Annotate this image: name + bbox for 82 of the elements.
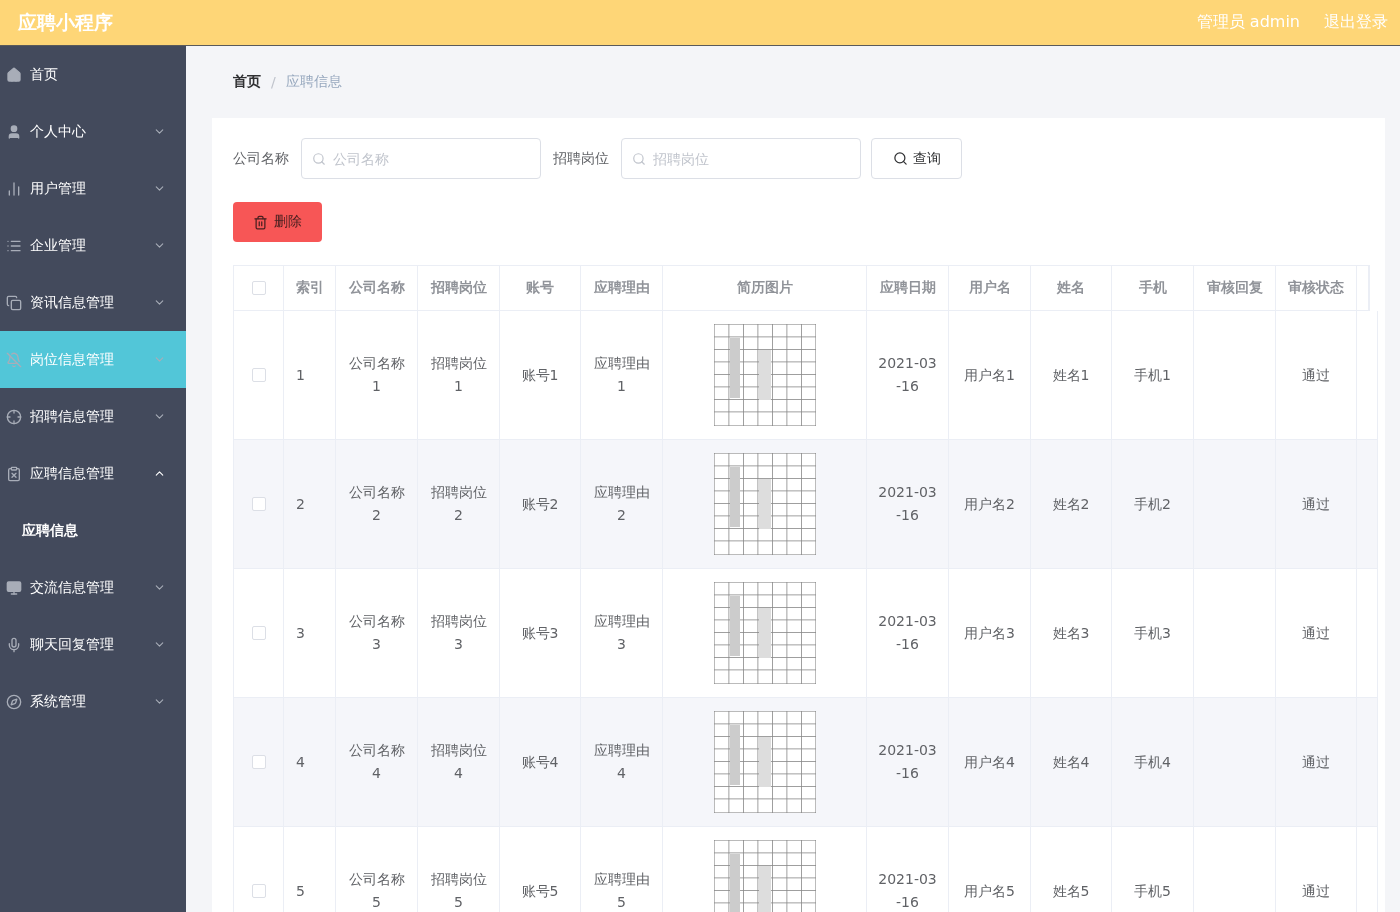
- checkbox[interactable]: [251, 368, 266, 382]
- table-cell: 招聘岗位3: [418, 569, 500, 698]
- table-cell: 手机4: [1112, 698, 1194, 827]
- clipboard-icon: [6, 465, 22, 482]
- table-cell: 2021-03-16: [867, 311, 949, 440]
- table-cell: 招聘岗位4: [418, 698, 500, 827]
- table-cell: 2021-03-16: [867, 569, 949, 698]
- delete-button[interactable]: 删除: [233, 202, 322, 242]
- table-cell: 手机1: [1112, 311, 1194, 440]
- field-label: 公司名称: [233, 149, 289, 168]
- user-icon: [6, 123, 22, 140]
- checkbox[interactable]: [251, 884, 266, 898]
- sidebar-item[interactable]: 招聘信息管理: [0, 388, 186, 445]
- sidebar-item[interactable]: 企业管理: [0, 217, 186, 274]
- table-cell: 通过: [1276, 569, 1357, 698]
- sidebar-item[interactable]: 聊天回复管理: [0, 616, 186, 673]
- table-cell: 2021-03-16: [867, 698, 949, 827]
- trash-icon: [253, 214, 268, 230]
- breadcrumb-item: 应聘信息: [285, 73, 342, 91]
- query-button[interactable]: 查询: [871, 138, 962, 179]
- table-cell: 用户名2: [949, 440, 1031, 569]
- table-cell: 用户名3: [949, 569, 1031, 698]
- sidebar-item[interactable]: 应聘信息管理: [0, 445, 186, 502]
- table-cell: 1: [284, 311, 336, 440]
- table-cell: 通过: [1276, 698, 1357, 827]
- table-cell: 应聘理由2: [581, 440, 663, 569]
- table-cell: 姓名2: [1031, 440, 1112, 569]
- table-cell: 通过: [1276, 440, 1357, 569]
- table-cell: 公司名称3: [336, 569, 418, 698]
- table-cell: 4: [284, 698, 336, 827]
- table-cell: 公司名称2: [336, 440, 418, 569]
- home-icon: [6, 66, 22, 83]
- crosshair-icon: [6, 408, 22, 425]
- table-cell: 2021-03-16: [867, 440, 949, 569]
- app-title: 应聘小程序: [18, 9, 113, 35]
- sidebar-item[interactable]: 首页: [0, 46, 186, 103]
- bar-chart-icon: [6, 180, 22, 197]
- table-cell: 姓名1: [1031, 311, 1112, 440]
- table-cell: 用户名4: [949, 698, 1031, 827]
- sidebar-item[interactable]: 交流信息管理: [0, 559, 186, 616]
- table-cell: 账号1: [500, 311, 581, 440]
- field-label: 招聘岗位: [553, 149, 609, 168]
- search-icon: [892, 151, 908, 166]
- sidebar-item[interactable]: 系统管理: [0, 673, 186, 730]
- table-cell: 姓名3: [1031, 569, 1112, 698]
- table-cell: 应聘理由3: [581, 569, 663, 698]
- checkbox[interactable]: [251, 281, 266, 295]
- checkbox[interactable]: [251, 497, 266, 511]
- bell-off-icon: [6, 351, 22, 368]
- compass-icon: [6, 693, 22, 710]
- table-cell: 账号2: [500, 440, 581, 569]
- monitor-icon: [6, 579, 22, 596]
- search-icon: [632, 152, 646, 166]
- table-cell: 账号3: [500, 569, 581, 698]
- microphone-icon: [6, 636, 22, 653]
- table-cell: 通过: [1276, 311, 1357, 440]
- checkbox[interactable]: [251, 755, 266, 769]
- table-cell: 姓名4: [1031, 698, 1112, 827]
- table-cell: 应聘理由1: [581, 311, 663, 440]
- table-cell: 招聘岗位1: [418, 311, 500, 440]
- breadcrumb-separator: /: [271, 74, 276, 90]
- checkbox[interactable]: [251, 626, 266, 640]
- breadcrumb-item[interactable]: 首页: [233, 73, 261, 91]
- table-cell: 手机2: [1112, 440, 1194, 569]
- submenu-item[interactable]: 应聘信息: [0, 502, 186, 559]
- sidebar-item[interactable]: 个人中心: [0, 103, 186, 160]
- table-cell: 公司名称4: [336, 698, 418, 827]
- search-icon: [312, 152, 326, 166]
- table-cell: 用户名1: [949, 311, 1031, 440]
- table-cell: 账号4: [500, 698, 581, 827]
- copy-icon: [6, 294, 22, 311]
- table-cell: 3: [284, 569, 336, 698]
- user-label: 管理员 admin: [1196, 12, 1300, 33]
- search-field[interactable]: 招聘岗位: [621, 138, 861, 179]
- table-cell: 招聘岗位2: [418, 440, 500, 569]
- search-field[interactable]: 公司名称: [301, 138, 541, 179]
- table-cell: 应聘理由4: [581, 698, 663, 827]
- sidebar-item[interactable]: 资讯信息管理: [0, 274, 186, 331]
- table-cell: 公司名称1: [336, 311, 418, 440]
- table-cell: 2: [284, 440, 336, 569]
- table-cell: 手机3: [1112, 569, 1194, 698]
- sidebar-item[interactable]: 用户管理: [0, 160, 186, 217]
